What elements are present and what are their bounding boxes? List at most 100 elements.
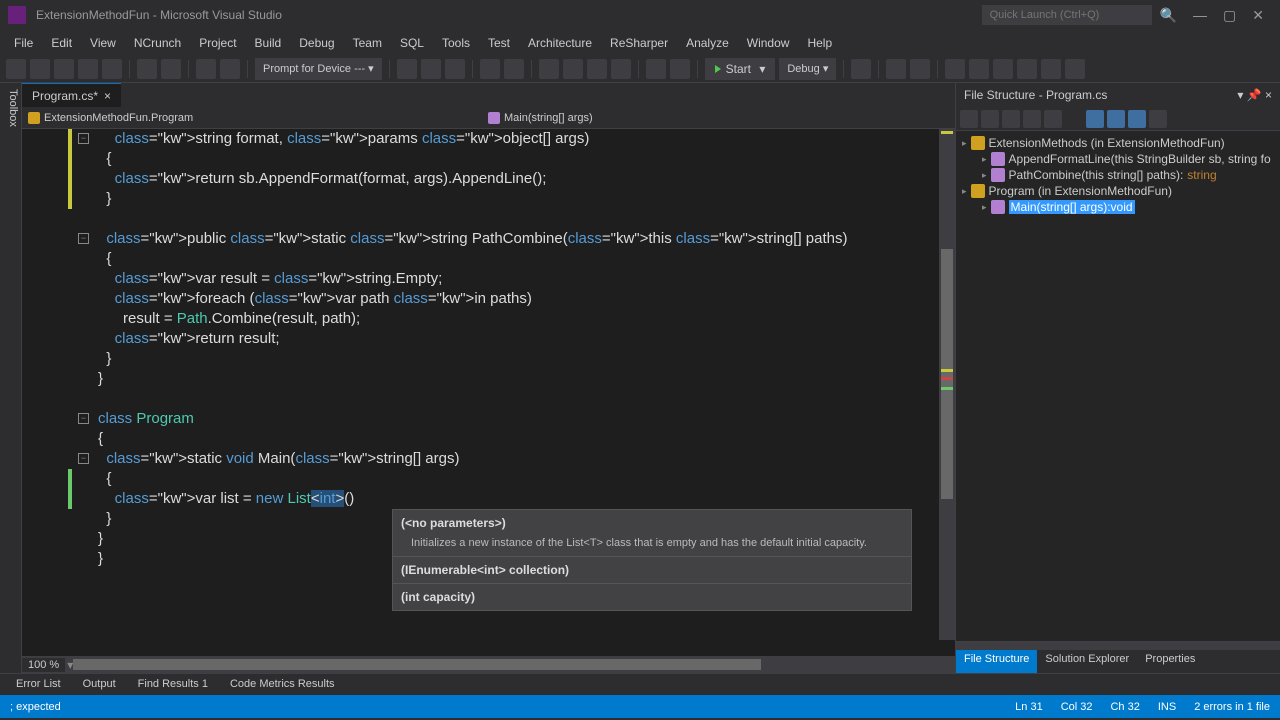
- vertical-scrollbar[interactable]: [939, 129, 955, 640]
- fold-icon[interactable]: −: [78, 453, 89, 464]
- panel-pin-icon[interactable]: 📌: [1247, 88, 1262, 102]
- panel-tool-button[interactable]: [960, 110, 978, 128]
- open-button[interactable]: [78, 59, 98, 79]
- panel-tool-button[interactable]: [981, 110, 999, 128]
- toolbar-button[interactable]: [945, 59, 965, 79]
- status-col: Col 32: [1061, 701, 1093, 713]
- bottom-tab[interactable]: Find Results 1: [128, 676, 218, 695]
- toolbar-button[interactable]: [445, 59, 465, 79]
- undo-button[interactable]: [137, 59, 157, 79]
- panel-tool-button[interactable]: [1107, 110, 1125, 128]
- panel-title: File Structure - Program.cs: [964, 88, 1107, 102]
- toolbar-button[interactable]: [1017, 59, 1037, 79]
- tab-program-cs[interactable]: Program.cs* ×: [22, 83, 121, 107]
- menu-file[interactable]: File: [6, 33, 41, 53]
- tree-node[interactable]: ▸AppendFormatLine(this StringBuilder sb,…: [958, 151, 1278, 167]
- menu-view[interactable]: View: [82, 33, 124, 53]
- toolbar-button[interactable]: [539, 59, 559, 79]
- intellisense-signature[interactable]: (int capacity): [393, 584, 911, 610]
- file-structure-panel: File Structure - Program.cs ▾ 📌 × ▸Exten…: [955, 83, 1280, 673]
- menu-debug[interactable]: Debug: [291, 33, 342, 53]
- menu-tools[interactable]: Tools: [434, 33, 478, 53]
- panel-tab[interactable]: Solution Explorer: [1037, 650, 1137, 673]
- intellisense-signature[interactable]: (IEnumerable<int> collection): [393, 557, 911, 584]
- toolbar-button[interactable]: [1065, 59, 1085, 79]
- menu-team[interactable]: Team: [345, 33, 390, 53]
- panel-tab[interactable]: File Structure: [956, 650, 1037, 673]
- panel-tool-button[interactable]: [1086, 110, 1104, 128]
- bottom-tab[interactable]: Error List: [6, 676, 71, 695]
- toolbar-button[interactable]: [480, 59, 500, 79]
- toolbar-button[interactable]: [504, 59, 524, 79]
- bottom-tab[interactable]: Code Metrics Results: [220, 676, 345, 695]
- menu-resharper[interactable]: ReSharper: [602, 33, 676, 53]
- panel-menu-icon[interactable]: ▾: [1237, 88, 1243, 102]
- bottom-tab[interactable]: Output: [73, 676, 126, 695]
- horizontal-scrollbar[interactable]: 100 %▾: [22, 656, 955, 673]
- panel-tool-button[interactable]: [1128, 110, 1146, 128]
- menu-sql[interactable]: SQL: [392, 33, 432, 53]
- menu-ncrunch[interactable]: NCrunch: [126, 33, 189, 53]
- toolbar-button[interactable]: [646, 59, 666, 79]
- toolbar-button[interactable]: [969, 59, 989, 79]
- panel-tool-button[interactable]: [1023, 110, 1041, 128]
- toolbar-button[interactable]: [886, 59, 906, 79]
- toolbar-button[interactable]: [670, 59, 690, 79]
- menu-analyze[interactable]: Analyze: [678, 33, 737, 53]
- close-button[interactable]: ✕: [1244, 7, 1272, 24]
- nav-fwd-button[interactable]: [30, 59, 50, 79]
- toolbar-button[interactable]: [220, 59, 240, 79]
- intellisense-signature[interactable]: (<no parameters>) Initializes a new inst…: [393, 510, 911, 557]
- device-dropdown[interactable]: Prompt for Device --- ▾: [255, 58, 382, 80]
- toolbar-button[interactable]: [851, 59, 871, 79]
- toolbar-button[interactable]: [397, 59, 417, 79]
- status-bar: ; expected Ln 31 Col 32 Ch 32 INS 2 erro…: [0, 695, 1280, 718]
- panel-tool-button[interactable]: [1002, 110, 1020, 128]
- fold-icon[interactable]: −: [78, 413, 89, 424]
- menu-edit[interactable]: Edit: [43, 33, 80, 53]
- save-button[interactable]: [102, 59, 122, 79]
- new-project-button[interactable]: [54, 59, 74, 79]
- menu-test[interactable]: Test: [480, 33, 518, 53]
- menu-architecture[interactable]: Architecture: [520, 33, 600, 53]
- fold-icon[interactable]: −: [78, 133, 89, 144]
- minimize-button[interactable]: —: [1185, 7, 1215, 23]
- toolbar-button[interactable]: [421, 59, 441, 79]
- toolbar-button[interactable]: [563, 59, 583, 79]
- start-debug-button[interactable]: Start ▾: [705, 58, 776, 80]
- tree-node[interactable]: ▸PathCombine(this string[] paths):string: [958, 167, 1278, 183]
- panel-tool-button[interactable]: [1044, 110, 1062, 128]
- member-dropdown[interactable]: Main(string[] args): [482, 107, 955, 128]
- panel-tool-button[interactable]: [1149, 110, 1167, 128]
- search-icon[interactable]: 🔍: [1152, 7, 1185, 24]
- status-errors[interactable]: 2 errors in 1 file: [1194, 701, 1270, 713]
- fold-icon[interactable]: −: [78, 233, 89, 244]
- nav-back-button[interactable]: [6, 59, 26, 79]
- type-dropdown[interactable]: ExtensionMethodFun.Program: [22, 107, 482, 128]
- panel-tab[interactable]: Properties: [1137, 650, 1203, 673]
- panel-scrollbar[interactable]: [956, 642, 1280, 650]
- toolbar-button[interactable]: [910, 59, 930, 79]
- tab-close-icon[interactable]: ×: [104, 89, 111, 103]
- toolbar-button[interactable]: [196, 59, 216, 79]
- tree-node[interactable]: ▸Program (in ExtensionMethodFun): [958, 183, 1278, 199]
- toolbar-button[interactable]: [611, 59, 631, 79]
- zoom-level[interactable]: 100 %: [22, 658, 65, 672]
- quick-launch-input[interactable]: [982, 5, 1152, 25]
- toolbar-button[interactable]: [587, 59, 607, 79]
- toolbox-tab[interactable]: Toolbox: [0, 83, 22, 673]
- redo-button[interactable]: [161, 59, 181, 79]
- toolbar-button[interactable]: [993, 59, 1013, 79]
- menu-window[interactable]: Window: [739, 33, 798, 53]
- code-area[interactable]: − − − − class="kw">string format, class=…: [22, 129, 955, 656]
- intellisense-tooltip: (<no parameters>) Initializes a new inst…: [392, 509, 912, 611]
- panel-close-icon[interactable]: ×: [1265, 88, 1272, 102]
- menu-project[interactable]: Project: [191, 33, 244, 53]
- config-dropdown[interactable]: Debug ▾: [779, 58, 836, 80]
- maximize-button[interactable]: ▢: [1215, 7, 1244, 24]
- tree-node[interactable]: ▸ExtensionMethods (in ExtensionMethodFun…: [958, 135, 1278, 151]
- menu-build[interactable]: Build: [247, 33, 290, 53]
- menu-help[interactable]: Help: [799, 33, 840, 53]
- toolbar-button[interactable]: [1041, 59, 1061, 79]
- tree-node[interactable]: ▸Main(string[] args):void: [958, 199, 1278, 215]
